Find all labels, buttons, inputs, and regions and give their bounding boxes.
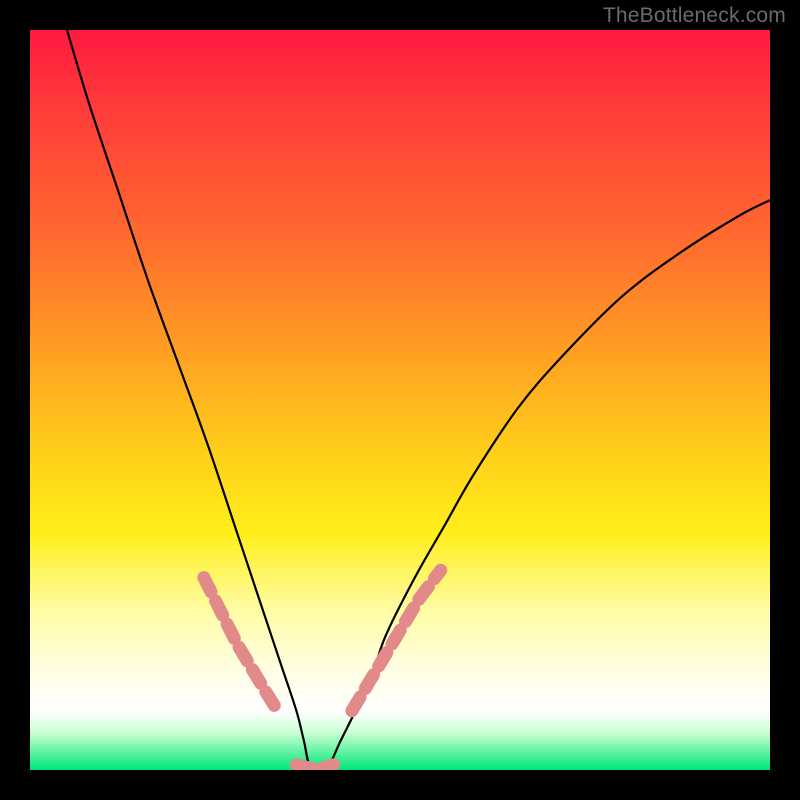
chart-plot-area xyxy=(30,30,770,770)
highlight-dash xyxy=(266,692,275,706)
series-bottleneck-curve xyxy=(67,30,770,770)
highlight-dash xyxy=(419,587,429,600)
highlight-dash xyxy=(434,570,440,578)
watermark-text: TheBottleneck.com xyxy=(603,4,786,28)
highlight-dash xyxy=(352,697,360,711)
chart-frame: TheBottleneck.com xyxy=(0,0,800,800)
highlight-dash xyxy=(322,765,334,768)
chart-svg xyxy=(30,30,770,770)
highlight-dash xyxy=(204,578,211,592)
highlight-dash xyxy=(252,670,260,684)
highlight-dash xyxy=(405,608,413,622)
highlight-dash xyxy=(296,765,311,769)
highlight-dash xyxy=(227,624,234,638)
highlight-dash xyxy=(239,647,247,661)
series-highlight-left xyxy=(204,578,274,706)
highlight-dash xyxy=(379,652,387,666)
highlight-dash xyxy=(216,601,223,615)
highlight-dash xyxy=(365,675,373,689)
series-highlight-bottom xyxy=(296,765,333,769)
series-highlight-right xyxy=(352,570,441,711)
highlight-dash xyxy=(392,630,400,644)
